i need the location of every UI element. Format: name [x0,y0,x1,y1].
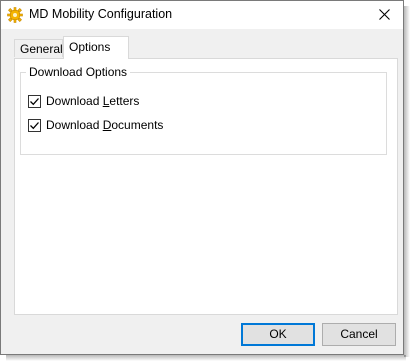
tab-options[interactable]: Options [63,36,129,59]
download-letters-label: Download Letters [46,94,140,108]
ok-button[interactable]: OK [241,323,315,346]
download-letters-checkbox[interactable]: Download Letters [28,93,139,109]
close-icon [378,8,390,20]
window-shadow-bottom [6,355,406,361]
window-shadow-right [404,6,410,357]
gear-icon [7,7,23,23]
checkbox-box[interactable] [28,94,41,108]
cancel-button[interactable]: Cancel [322,323,396,346]
tab-general[interactable]: General [14,39,63,57]
checkbox-box[interactable] [28,118,41,132]
group-legend: Download Options [26,65,131,79]
download-options-group [20,72,387,155]
title-bar[interactable]: MD Mobility Configuration [1,1,403,29]
checkmark-icon [30,97,39,105]
download-documents-checkbox[interactable]: Download Documents [28,117,163,133]
window-title: MD Mobility Configuration [29,7,173,21]
close-button[interactable] [369,3,399,25]
dialog-window: MD Mobility Configuration General Option… [0,0,404,355]
download-documents-label: Download Documents [46,118,164,132]
checkmark-icon [30,121,39,129]
